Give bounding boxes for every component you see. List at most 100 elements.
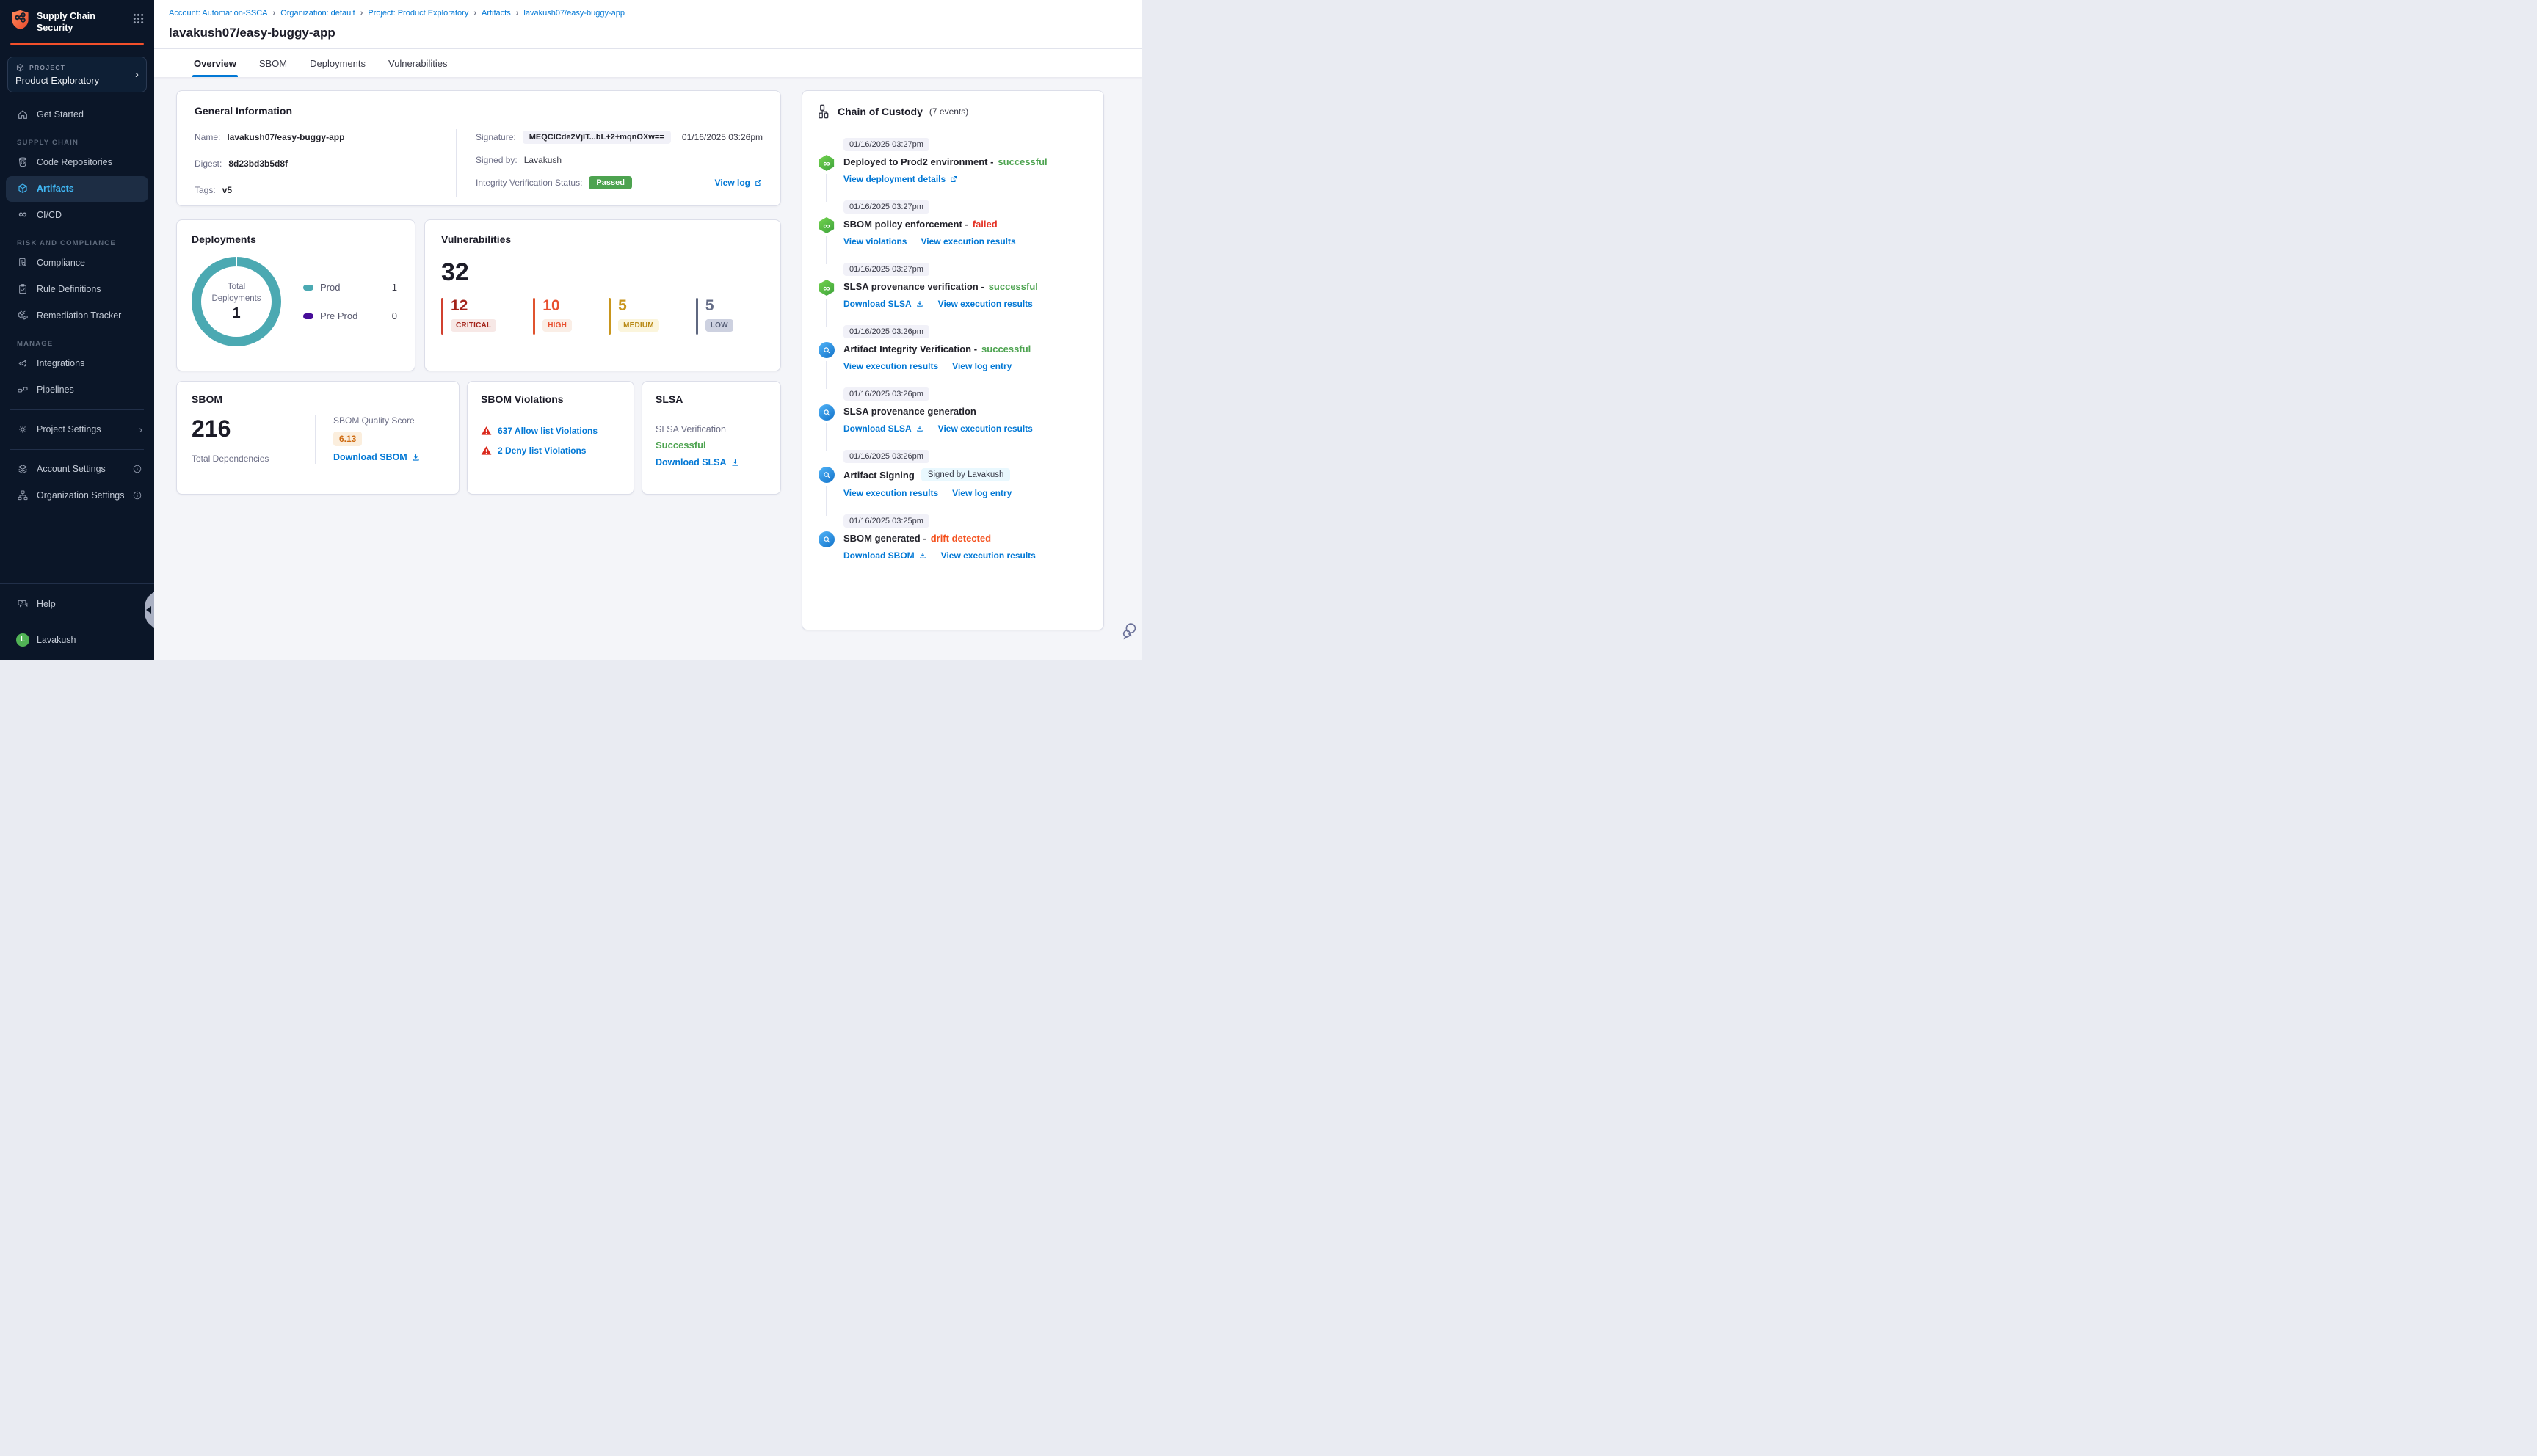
sidebar-section-manage: MANAGE <box>17 339 54 348</box>
field-label: Name: <box>195 131 221 142</box>
ssca-module-icon <box>819 467 835 483</box>
main-area: Account: Automation-SSCA Organization: d… <box>154 0 1142 660</box>
breadcrumb-link-artifacts[interactable]: Artifacts <box>482 9 518 18</box>
severity-badge: HIGH <box>542 319 573 332</box>
sidebar-item-remediation-tracker[interactable]: Remediation Tracker <box>6 303 148 329</box>
event-title: SLSA provenance generation <box>843 406 976 417</box>
pipelines-icon <box>16 383 29 396</box>
gear-icon <box>16 423 29 436</box>
chevron-right-icon: › <box>139 423 142 435</box>
custody-event: 01/16/2025 03:25pm SBOM generated - drif… <box>819 514 1089 561</box>
legend-item-prod: Prod 1 <box>303 282 397 293</box>
artifact-name-value: lavakush07/easy-buggy-app <box>227 131 345 142</box>
deny-list-violations-link[interactable]: 2 Deny list Violations <box>481 445 620 456</box>
sidebar-item-compliance[interactable]: Compliance <box>6 250 148 276</box>
external-link-icon <box>755 179 761 186</box>
download-icon <box>919 553 926 558</box>
chain-of-custody-card: Chain of Custody (7 events) ∞ 01/16/2025… <box>802 90 1104 630</box>
severity-count: 12 <box>451 297 468 314</box>
sbom-total-label: Total Dependencies <box>192 454 269 464</box>
custody-event: ∞ 01/16/2025 03:27pm Deployed to Prod2 e… <box>819 137 1089 202</box>
link-label: View log <box>714 177 750 188</box>
view-log-link[interactable]: View log <box>715 178 763 188</box>
deployments-donut-chart: Total Deployments 1 <box>192 257 281 346</box>
tab-deployments[interactable]: Deployments <box>308 49 367 77</box>
sidebar-item-artifacts[interactable]: Artifacts <box>6 175 148 202</box>
card-title: SBOM <box>192 393 222 405</box>
view-execution-results-link[interactable]: View execution results <box>938 299 1033 309</box>
sidebar-item-organization-settings[interactable]: Organization Settings <box>6 483 148 509</box>
tab-overview[interactable]: Overview <box>192 49 238 77</box>
card-title: Deployments <box>192 233 256 245</box>
download-slsa-link[interactable]: Download SLSA <box>656 457 767 467</box>
project-label: PROJECT <box>29 64 66 71</box>
sidebar-nav: Get Started SUPPLY CHAIN Code Repositori… <box>0 95 154 584</box>
field-label: Tags: <box>195 184 216 195</box>
sidebar-item-integrations[interactable]: Integrations <box>6 351 148 376</box>
integrity-status-badge: Passed <box>589 175 632 189</box>
download-sbom-link[interactable]: Download SBOM <box>333 452 421 462</box>
download-slsa-link[interactable]: Download SLSA <box>843 299 924 309</box>
download-icon <box>916 426 923 432</box>
signature-value-chip[interactable]: MEQCICde2VjIT...bL+2+mqnOXw== <box>522 130 671 144</box>
feedback-chat-button[interactable] <box>1119 619 1140 641</box>
project-selector[interactable]: PROJECT Product Exploratory › <box>7 56 147 92</box>
brand: Supply Chain Security <box>0 0 154 42</box>
view-log-entry-link[interactable]: View log entry <box>952 361 1012 371</box>
info-icon <box>132 490 142 500</box>
legend-label: Pre Prod <box>320 310 358 321</box>
sidebar-item-label: CI/CD <box>37 210 62 220</box>
user-avatar: L <box>16 633 29 647</box>
sidebar-item-code-repositories[interactable]: Code Repositories <box>6 150 148 175</box>
sidebar-item-rule-definitions[interactable]: Rule Definitions <box>6 277 148 302</box>
view-execution-results-link[interactable]: View execution results <box>941 550 1036 561</box>
legend-swatch-pre-prod <box>303 313 313 319</box>
severity-critical: 12 CRITICAL <box>441 297 497 335</box>
collapse-arrow-icon <box>146 606 151 614</box>
event-timestamp: 01/16/2025 03:25pm <box>843 514 929 528</box>
download-sbom-link[interactable]: Download SBOM <box>843 550 927 561</box>
sidebar-item-get-started[interactable]: Get Started <box>6 102 148 128</box>
sidebar-item-user[interactable]: L Lavakush <box>6 627 148 652</box>
breadcrumb-link-organization[interactable]: Organization: default <box>280 9 363 18</box>
view-deployment-details-link[interactable]: View deployment details <box>843 174 958 184</box>
timeline-connector <box>826 423 827 451</box>
code-repository-icon <box>16 156 29 169</box>
link-label: Download SLSA <box>656 457 727 467</box>
donut-center-value: 1 <box>232 305 241 322</box>
breadcrumb-link-account[interactable]: Account: Automation-SSCA <box>169 9 275 18</box>
sidebar-item-pipelines[interactable]: Pipelines <box>6 377 148 403</box>
deployments-card: Deployments Total Deployments 1 Prod 1 P… <box>176 219 415 371</box>
custody-event: 01/16/2025 03:26pm Artifact Integrity Ve… <box>819 324 1089 389</box>
sidebar-item-project-settings[interactable]: Project Settings › <box>6 417 148 443</box>
link-label: View execution results <box>921 236 1016 247</box>
sbom-quality-label: SBOM Quality Score <box>333 415 415 426</box>
download-slsa-link[interactable]: Download SLSA <box>843 423 924 434</box>
sidebar-item-label: Artifacts <box>37 183 74 194</box>
allow-list-violations-link[interactable]: 637 Allow list Violations <box>481 426 620 436</box>
event-status: failed <box>972 219 998 230</box>
sidebar-item-account-settings[interactable]: Account Settings <box>6 456 148 482</box>
module-grid-icon[interactable] <box>131 12 145 26</box>
view-execution-results-link[interactable]: View execution results <box>843 488 938 498</box>
custody-events-count: (7 events) <box>929 106 969 117</box>
view-execution-results-link[interactable]: View execution results <box>921 236 1015 247</box>
view-violations-link[interactable]: View violations <box>843 236 907 247</box>
view-log-entry-link[interactable]: View log entry <box>952 488 1012 498</box>
card-title: SLSA <box>656 393 683 405</box>
tab-bar: Overview SBOM Deployments Vulnerabilitie… <box>154 49 1142 77</box>
view-execution-results-link[interactable]: View execution results <box>938 423 1033 434</box>
severity-bar <box>533 298 536 335</box>
event-status: successful <box>988 281 1038 292</box>
severity-count: 5 <box>705 297 714 314</box>
sidebar-item-help[interactable]: ? Help <box>6 591 148 616</box>
digest-value: 8d23bd3b5d8f <box>228 158 288 169</box>
sidebar-item-cicd[interactable]: ∞ CI/CD <box>6 203 148 228</box>
tab-vulnerabilities[interactable]: Vulnerabilities <box>387 49 449 77</box>
link-label: View execution results <box>843 361 939 371</box>
breadcrumb-link-project[interactable]: Project: Product Exploratory <box>368 9 476 18</box>
tab-sbom[interactable]: SBOM <box>258 49 288 77</box>
view-execution-results-link[interactable]: View execution results <box>843 361 938 371</box>
breadcrumb-link-current[interactable]: lavakush07/easy-buggy-app <box>523 9 625 18</box>
ssca-module-icon <box>819 404 835 421</box>
